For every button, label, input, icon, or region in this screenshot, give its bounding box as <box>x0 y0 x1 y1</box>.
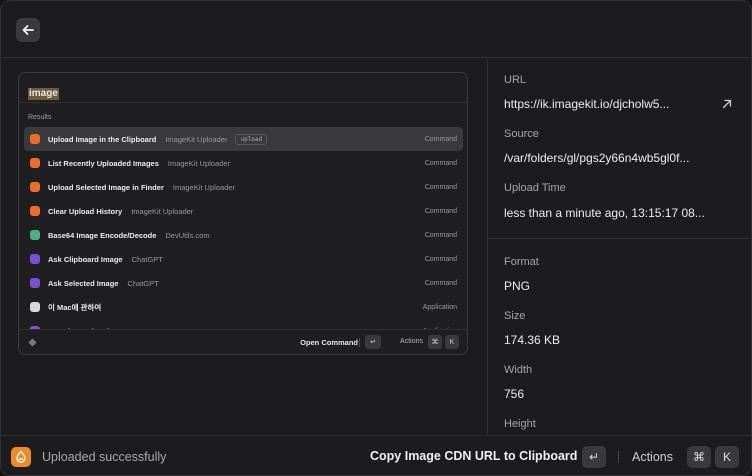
preview-results-list: Upload Image in the Clipboard ImageKit Up… <box>24 127 463 331</box>
raycast-logo-icon <box>28 338 37 347</box>
result-subtitle: ChatGPT <box>131 254 163 264</box>
preview-enter-key: ↵ <box>365 335 381 349</box>
preview-search-bar: image <box>19 73 467 103</box>
result-title: Ask Clipboard Image <box>48 254 123 264</box>
metadata-panel: URL https://ik.imagekit.io/djcholw5... S… <box>487 59 751 435</box>
result-title: 이 Mac에 관하여 <box>48 302 102 312</box>
preview-result-row[interactable]: Upload Selected Image in Finder ImageKit … <box>24 175 463 199</box>
preview-footer-actions: Actions <box>400 338 423 345</box>
extension-icon <box>30 278 40 288</box>
result-subtitle: ChatGPT <box>127 278 159 288</box>
preview-result-row[interactable]: Ask Clipboard Image ChatGPT Command <box>24 247 463 271</box>
format-value: PNG <box>504 279 531 293</box>
external-link-icon[interactable] <box>721 98 733 110</box>
result-subtitle: ImageKit Uploader <box>165 134 228 144</box>
preview-screenshot: image Results Upload Image in the Clipbo… <box>18 72 468 355</box>
result-title: Upload Selected Image in Finder <box>48 182 164 192</box>
raycast-window: image Results Upload Image in the Clipbo… <box>0 0 752 476</box>
result-type: Command <box>424 207 457 215</box>
url-value[interactable]: https://ik.imagekit.io/djcholw5... <box>504 97 710 111</box>
enter-key: ↵ <box>582 446 606 468</box>
result-type: Command <box>424 231 457 239</box>
result-type: Command <box>424 183 457 191</box>
action-bar: Uploaded successfully Copy Image CDN URL… <box>1 435 751 475</box>
size-value: 174.36 KB <box>504 333 561 347</box>
extension-icon <box>30 302 40 312</box>
arrow-left-icon <box>22 25 34 35</box>
k-key: K <box>715 446 739 468</box>
extension-icon <box>30 230 40 240</box>
height-label: Height <box>504 418 536 430</box>
result-subtitle: DevUtils.com <box>165 230 210 240</box>
result-title: Ask Selected Image <box>48 278 119 288</box>
extension-icon <box>30 182 40 192</box>
result-subtitle: ImageKit Uploader <box>172 182 235 192</box>
preview-result-row[interactable]: List Recently Uploaded Images ImageKit Up… <box>24 151 463 175</box>
result-title: Base64 Image Encode/Decode <box>48 230 157 240</box>
metadata-divider <box>488 238 751 239</box>
result-subtitle: ImageKit Uploader <box>167 158 230 168</box>
result-type: Command <box>424 135 457 143</box>
result-title: Upload Image in the Clipboard <box>48 134 157 144</box>
preview-cmd-key: ⌘ <box>428 335 442 349</box>
preview-result-row[interactable]: Ask Selected Image ChatGPT Command <box>24 271 463 295</box>
preview-footer: Open Command ↵ Actions ⌘ K <box>19 329 467 354</box>
image-preview: image Results Upload Image in the Clipbo… <box>1 59 487 435</box>
preview-result-row[interactable]: Clear Upload History ImageKit Uploader Com… <box>24 199 463 223</box>
preview-result-row[interactable]: Base64 Image Encode/Decode DevUtils.com Co… <box>24 223 463 247</box>
cmd-key: ⌘ <box>687 446 711 468</box>
result-subtitle: ImageKit Uploader <box>131 206 194 216</box>
preview-result-row[interactable]: 이 Mac에 관하여 Application <box>24 295 463 319</box>
source-value: /var/folders/gl/pgs2y66n4wb5gl0f... <box>504 151 690 165</box>
result-tag: upload <box>235 133 268 145</box>
top-bar <box>1 1 751 58</box>
preview-footer-divider <box>359 338 360 347</box>
preview-footer-action: Open Command <box>300 338 358 347</box>
result-title: Clear Upload History <box>48 206 123 216</box>
actions-button[interactable]: Actions <box>632 450 673 464</box>
preview-result-row[interactable]: Upload Image in the Clipboard ImageKit Up… <box>24 127 463 151</box>
preview-section-label: Results <box>28 114 52 121</box>
upload-time-label: Upload Time <box>504 182 566 194</box>
extension-icon <box>30 158 40 168</box>
copy-url-action[interactable]: Copy Image CDN URL to Clipboard <box>370 449 577 463</box>
extension-icon <box>30 206 40 216</box>
preview-k-key: K <box>445 335 459 349</box>
width-value: 756 <box>504 387 525 401</box>
action-bar-divider <box>618 451 619 463</box>
source-label: Source <box>504 128 539 140</box>
status-message: Uploaded successfully <box>42 450 167 464</box>
size-label: Size <box>504 310 526 322</box>
result-title: List Recently Uploaded Images <box>48 158 159 168</box>
imagekit-logo-icon <box>11 447 31 467</box>
format-label: Format <box>504 256 539 268</box>
result-type: Command <box>424 159 457 167</box>
extension-icon <box>30 134 40 144</box>
back-button[interactable] <box>16 18 40 42</box>
preview-search-text: image <box>28 88 59 100</box>
upload-time-value: less than a minute ago, 13:15:17 08... <box>504 206 705 220</box>
url-label: URL <box>504 74 527 86</box>
result-type: Application <box>422 303 457 311</box>
result-type: Command <box>424 255 457 263</box>
width-label: Width <box>504 364 533 376</box>
result-type: Command <box>424 279 457 287</box>
extension-icon <box>30 254 40 264</box>
